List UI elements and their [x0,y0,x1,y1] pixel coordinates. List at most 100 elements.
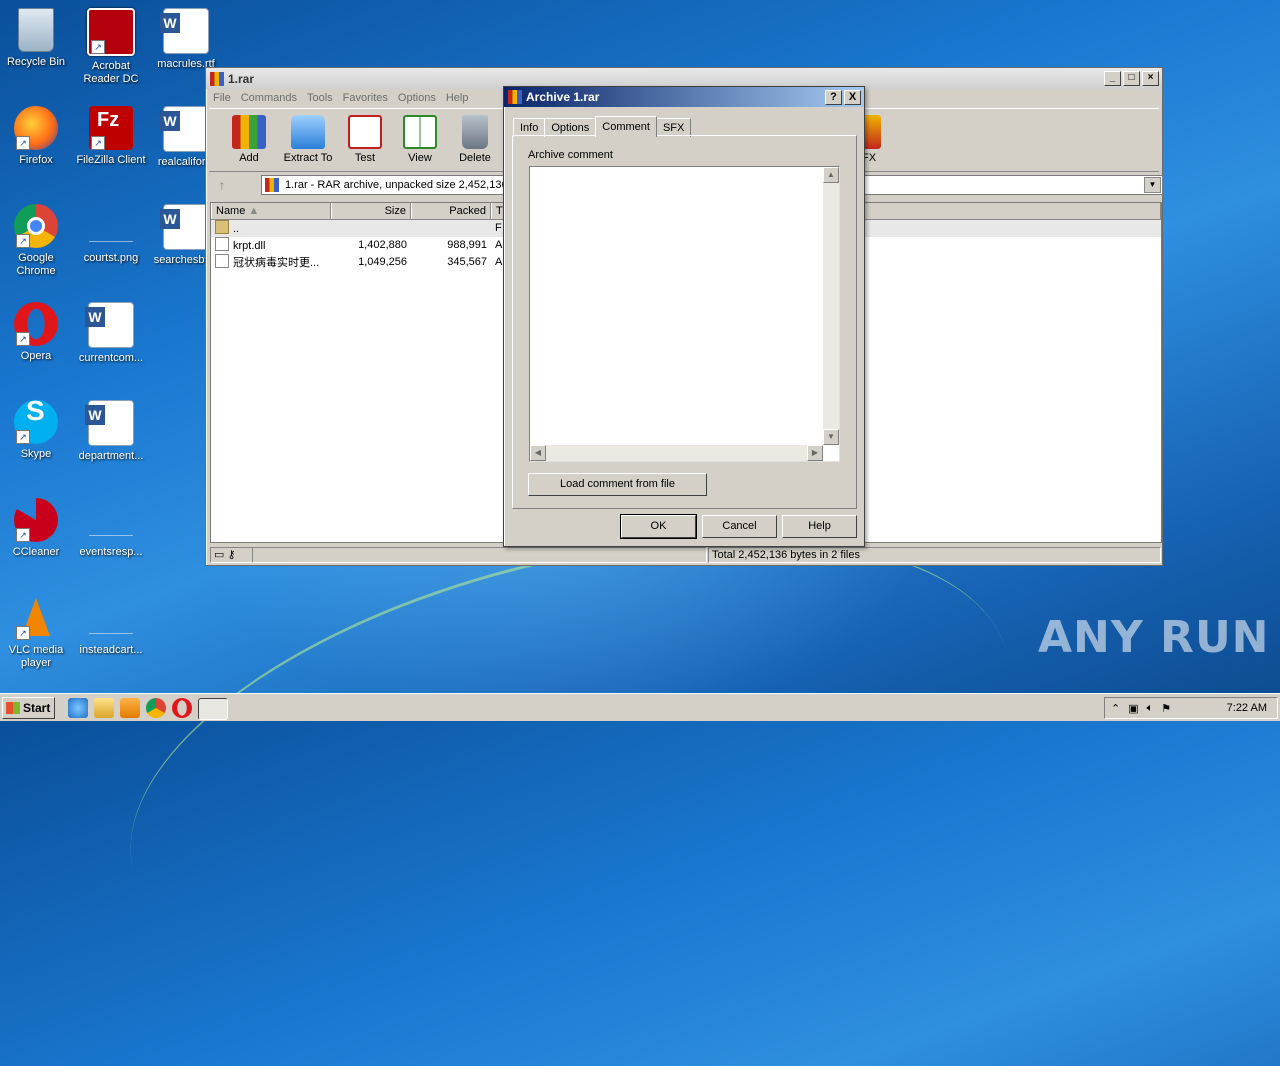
shortcut-arrow-icon: ↗ [91,136,105,150]
ie-icon[interactable] [68,698,88,718]
volume-icon[interactable]: 🔈︎ [1147,702,1154,715]
desktop-icon-chrome[interactable]: ↗ Google Chrome [0,204,74,278]
up-arrow-icon[interactable]: ↑ [209,177,235,193]
desktop-icon-label: Acrobat Reader DC [83,60,139,85]
desktop-icon-label: Opera [20,350,52,362]
desktop-icon-acrobat[interactable]: ↗ Acrobat Reader DC [73,8,149,86]
row-name: .. [233,223,240,235]
desktop-icon-opera[interactable]: ↗ Opera [0,302,74,363]
scroll-up-icon[interactable]: ▲ [823,167,839,183]
archive-comment-textarea[interactable]: ▲ ▼ ◀ ▶ [529,166,840,462]
tray-expand-icon[interactable]: ⌃ [1111,702,1120,715]
explorer-icon[interactable] [94,698,114,718]
recycle-bin-icon [18,8,54,52]
opera-taskbar-icon[interactable] [172,698,192,718]
desktop-icon-label: insteadcart... [79,644,143,656]
winrar-taskbar-button[interactable] [198,698,228,720]
menu-help[interactable]: Help [443,92,476,104]
desktop-icon-recycle-bin[interactable]: Recycle Bin [0,8,74,69]
desktop-icon-firefox[interactable]: ↗ Firefox [0,106,74,167]
menu-commands[interactable]: Commands [238,92,304,104]
help-button[interactable]: Help [782,515,857,538]
desktop-icon-eventsresp[interactable]: eventsresp... [73,498,149,559]
shortcut-arrow-icon: ↗ [16,234,30,248]
desktop-icon-label: Recycle Bin [6,56,66,68]
column-header-size[interactable]: Size [331,203,411,219]
desktop-icon-skype[interactable]: ↗ Skype [0,400,74,461]
scroll-right-icon[interactable]: ▶ [807,445,823,461]
menu-tools[interactable]: Tools [304,92,340,104]
menu-favorites[interactable]: Favorites [340,92,395,104]
desktop-icon-insteadcart[interactable]: insteadcart... [73,596,149,657]
skype-icon: ↗ [14,400,58,444]
horizontal-scrollbar[interactable]: ◀ ▶ [530,445,823,461]
desktop-icon-department[interactable]: department... [73,400,149,463]
desktop-icon-label: Google Chrome [16,252,56,277]
drive-icon[interactable]: ▭ ⚷ [210,547,253,563]
view-button[interactable]: View [390,115,450,164]
add-icon [232,115,266,149]
desktop-icon-currentcom[interactable]: currentcom... [73,302,149,365]
tab-comment[interactable]: Comment [595,116,657,137]
ccleaner-icon: ↗ [14,498,58,542]
dialog-close-button[interactable]: X [844,90,861,105]
desktop-icon-courtst[interactable]: courtst.png [73,204,149,265]
row-size: 1,402,880 [358,239,407,251]
row-name: krpt.dll [233,240,266,252]
start-button[interactable]: Start [2,697,55,719]
chevron-down-icon[interactable]: ▼ [1144,177,1161,193]
acrobat-icon: ↗ [87,8,135,56]
load-comment-button[interactable]: Load comment from file [528,473,707,496]
clock[interactable]: 7:22 AM [1227,702,1267,714]
dialog-help-button[interactable]: ? [825,90,842,105]
chrome-taskbar-icon[interactable] [146,698,166,718]
menu-options[interactable]: Options [395,92,443,104]
add-button[interactable]: Add [219,115,279,164]
winrar-icon [210,71,224,86]
archive-comment-label: Archive comment [528,149,613,161]
action-center-flag-icon[interactable]: ⚑ [1161,702,1171,715]
ok-button[interactable]: OK [620,514,697,539]
shortcut-arrow-icon: ↗ [16,528,30,542]
shortcut-arrow-icon: ↗ [16,332,30,346]
view-label: View [408,152,432,164]
desktop-icon-macrules[interactable]: macrules.rtf [148,8,224,71]
extract-label: Extract To [283,152,333,164]
archive-dialog: Archive 1.rar ? X Info Options Comment S… [503,86,865,547]
status-left [252,547,707,563]
dialog-title-bar[interactable]: Archive 1.rar [504,87,864,107]
status-text: Total 2,452,136 bytes in 2 files [708,547,1161,563]
test-button[interactable]: Test [335,115,395,164]
desktop-icon-filezilla[interactable]: ↗ FileZilla Client [73,106,149,167]
vertical-scrollbar[interactable]: ▲ ▼ [823,167,839,445]
desktop-icon-ccleaner[interactable]: ↗ CCleaner [0,498,74,559]
desktop-icon-label: eventsresp... [79,546,143,558]
column-header-name[interactable]: Name ▲ [211,203,331,219]
winrar-icon [508,90,522,104]
desktop-icon-vlc[interactable]: ↗ VLC media player [0,596,74,670]
menu-file[interactable]: File [210,92,238,104]
extract-to-button[interactable]: Extract To [278,115,338,164]
delete-button[interactable]: Delete [445,115,505,164]
dialog-title: Archive 1.rar [526,90,600,104]
cancel-button[interactable]: Cancel [702,515,777,538]
folder-up-icon [215,220,229,234]
column-header-packed[interactable]: Packed [411,203,491,219]
scroll-left-icon[interactable]: ◀ [530,445,546,461]
scroll-down-icon[interactable]: ▼ [823,429,839,445]
media-player-icon[interactable] [120,698,140,718]
view-icon [403,115,437,149]
desktop-icon-label: department... [78,450,144,462]
network-icon[interactable]: ▣ [1128,702,1138,715]
minimize-button[interactable]: _ [1104,71,1121,86]
address-text: 1.rar - RAR archive, unpacked size 2,452… [285,179,508,191]
shortcut-arrow-icon: ↗ [16,626,30,640]
test-label: Test [354,152,376,164]
vlc-icon: ↗ [14,596,58,640]
desktop-icon-label: CCleaner [12,546,60,558]
desktop-icon-label: Firefox [19,154,53,166]
close-button[interactable]: × [1142,71,1159,86]
maximize-button[interactable]: □ [1123,71,1140,86]
archive-icon [265,178,279,192]
word-doc-icon [85,302,134,348]
